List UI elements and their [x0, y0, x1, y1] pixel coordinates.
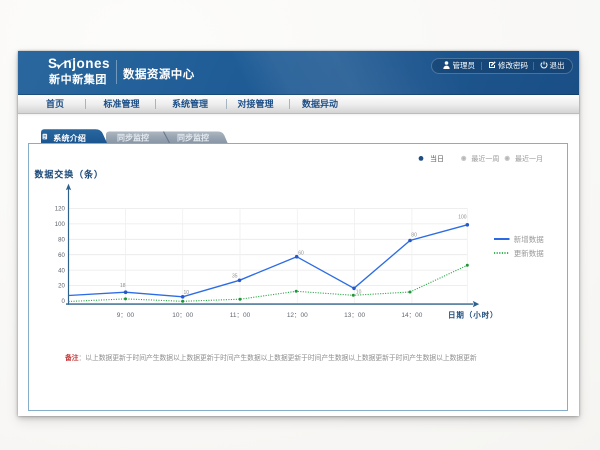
svg-text:10：00: 10：00: [172, 312, 193, 319]
svg-text:新增数据: 新增数据: [514, 234, 544, 244]
svg-text:0: 0: [61, 299, 65, 305]
svg-text:最近一月: 最近一月: [515, 154, 543, 163]
svg-text:14：00: 14：00: [401, 312, 422, 319]
svg-text:10: 10: [184, 290, 190, 296]
svg-text:日期（小时）: 日期（小时）: [448, 310, 498, 320]
svg-text:系统介绍: 系统介绍: [53, 133, 86, 143]
svg-text:同步监控: 同步监控: [177, 133, 209, 143]
svg-text:13：00: 13：00: [344, 312, 365, 319]
svg-text:60: 60: [298, 250, 304, 256]
svg-text:20: 20: [58, 284, 65, 290]
svg-text:60: 60: [58, 253, 65, 259]
svg-text:12：00: 12：00: [287, 312, 308, 319]
svg-text:35: 35: [232, 273, 238, 279]
svg-text:18: 18: [120, 283, 126, 289]
svg-text:120: 120: [55, 207, 66, 213]
svg-text:同步监控: 同步监控: [117, 133, 149, 143]
svg-text:10: 10: [356, 290, 362, 296]
svg-text:80: 80: [411, 233, 417, 239]
svg-text:100: 100: [55, 222, 66, 228]
svg-text:数据交换（条）: 数据交换（条）: [35, 168, 104, 179]
svg-text:最近一周: 最近一周: [471, 154, 499, 163]
svg-text:40: 40: [58, 268, 65, 274]
svg-text:80: 80: [58, 238, 65, 244]
svg-text:100: 100: [458, 215, 467, 221]
svg-text:9：00: 9：00: [117, 312, 135, 319]
svg-text:11：00: 11：00: [230, 312, 251, 319]
svg-text:更新数据: 更新数据: [514, 248, 544, 258]
svg-text:当日: 当日: [430, 154, 444, 163]
